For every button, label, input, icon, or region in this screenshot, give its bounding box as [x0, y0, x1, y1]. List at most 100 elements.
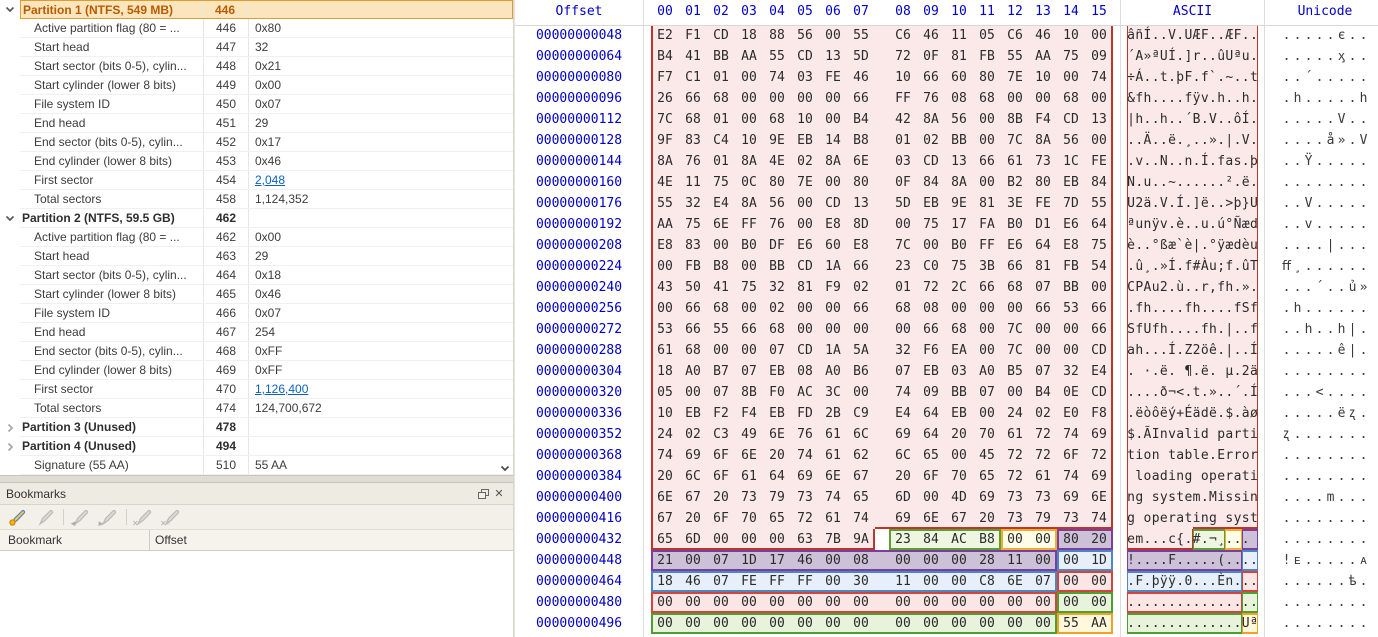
ascii-char-cell[interactable]: .: [1135, 424, 1143, 445]
ascii-char-cell[interactable]: .: [1135, 382, 1143, 403]
ascii-char-cell[interactable]: s: [1225, 508, 1233, 529]
hex-byte-cell[interactable]: 00: [651, 592, 679, 613]
hex-byte-cell[interactable]: 4E: [651, 172, 679, 193]
hex-byte-cell[interactable]: C6: [889, 25, 917, 46]
hex-byte-cell[interactable]: 56: [1057, 130, 1085, 151]
ascii-char-cell[interactable]: i: [1250, 424, 1258, 445]
ascii-char-cell[interactable]: l: [1184, 424, 1192, 445]
hex-byte-cell[interactable]: 00: [1085, 130, 1113, 151]
hex-byte-cell[interactable]: 08: [791, 361, 819, 382]
partition-group-row[interactable]: Partition 2 (NTFS, 59.5 GB)462: [0, 209, 513, 228]
unicode-char-cell[interactable]: .: [1325, 298, 1336, 319]
hex-byte-cell[interactable]: B0: [735, 235, 763, 256]
ascii-char-cell[interactable]: Ã: [1143, 424, 1151, 445]
ascii-char-cell[interactable]: v: [1160, 214, 1168, 235]
unicode-char-cell[interactable]: ê: [1336, 340, 1347, 361]
ascii-char-cell[interactable]: t: [1250, 508, 1258, 529]
unicode-char-cell[interactable]: .: [1281, 25, 1292, 46]
ascii-char-cell[interactable]: .: [1225, 298, 1233, 319]
ascii-char-cell[interactable]: 2: [1242, 361, 1250, 382]
hex-byte-cell[interactable]: 2B: [819, 403, 847, 424]
hex-byte-cell[interactable]: 53: [651, 319, 679, 340]
ascii-char-cell[interactable]: .: [1250, 109, 1258, 130]
unicode-char-cell[interactable]: .: [1358, 382, 1369, 403]
ascii-char-cell[interactable]: S: [1242, 298, 1250, 319]
ascii-char-cell[interactable]: .: [1242, 25, 1250, 46]
hex-byte-cell[interactable]: F4: [1029, 109, 1057, 130]
unicode-char-cell[interactable]: .: [1303, 571, 1314, 592]
ascii-char-cell[interactable]: 2: [1135, 193, 1143, 214]
close-icon[interactable]: ✕: [491, 486, 507, 502]
tree-field-row[interactable]: Active partition flag (80 = ...4460x80: [0, 19, 513, 38]
ascii-char-cell[interactable]: ª: [1233, 46, 1241, 67]
ascii-char-cell[interactable]: h: [1135, 109, 1143, 130]
ascii-char-cell[interactable]: Í: [1168, 256, 1176, 277]
ascii-char-cell[interactable]: a: [1127, 340, 1135, 361]
hex-byte-cell[interactable]: 45: [973, 445, 1001, 466]
hex-byte-cell[interactable]: 49: [735, 424, 763, 445]
ascii-char-cell[interactable]: .: [1209, 88, 1217, 109]
unicode-char-cell[interactable]: .: [1347, 487, 1358, 508]
ascii-char-cell[interactable]: .: [1193, 277, 1201, 298]
ascii-char-cell[interactable]: æ: [1242, 214, 1250, 235]
hex-byte-cell[interactable]: 00: [1029, 88, 1057, 109]
hex-byte-cell[interactable]: 66: [679, 88, 707, 109]
hex-byte-cell[interactable]: A0: [973, 361, 1001, 382]
ascii-char-cell[interactable]: f: [1135, 298, 1143, 319]
hex-byte-cell[interactable]: 10: [735, 130, 763, 151]
ascii-char-cell[interactable]: .: [1225, 613, 1233, 634]
hex-byte-cell[interactable]: 70: [945, 466, 973, 487]
hex-byte-cell[interactable]: 00: [1001, 298, 1029, 319]
hex-byte-cell[interactable]: 7D: [1057, 193, 1085, 214]
unicode-char-cell[interactable]: .: [1281, 109, 1292, 130]
hex-byte-cell[interactable]: CD: [791, 46, 819, 67]
ascii-char-cell[interactable]: ÿ: [1193, 88, 1201, 109]
hex-byte-cell[interactable]: 17: [763, 550, 791, 571]
unicode-char-cell[interactable]: .: [1303, 46, 1314, 67]
hex-byte-cell[interactable]: 74: [1085, 508, 1113, 529]
unicode-char-cell[interactable]: .: [1336, 466, 1347, 487]
hex-byte-cell[interactable]: 00: [945, 613, 973, 634]
unicode-char-cell[interactable]: .: [1347, 382, 1358, 403]
hex-byte-cell[interactable]: B7: [707, 361, 735, 382]
ascii-char-cell[interactable]: n: [1184, 151, 1192, 172]
unicode-char-cell[interactable]: .: [1303, 277, 1314, 298]
ascii-char-cell[interactable]: r: [1250, 445, 1258, 466]
hex-byte-cell[interactable]: 66: [1001, 256, 1029, 277]
ascii-char-cell[interactable]: Í: [1176, 193, 1184, 214]
ascii-char-cell[interactable]: .: [1201, 46, 1209, 67]
hex-byte-cell[interactable]: E6: [1001, 235, 1029, 256]
hex-byte-cell[interactable]: BB: [1057, 277, 1085, 298]
hex-byte-cell[interactable]: 00: [735, 88, 763, 109]
ascii-char-cell[interactable]: `: [1176, 235, 1184, 256]
ascii-char-cell[interactable]: U: [1127, 193, 1135, 214]
ascii-char-cell[interactable]: !: [1127, 550, 1135, 571]
ascii-char-cell[interactable]: f: [1201, 67, 1209, 88]
unicode-char-cell[interactable]: .: [1281, 403, 1292, 424]
hex-byte-cell[interactable]: 61: [1001, 424, 1029, 445]
hex-byte-cell[interactable]: 00: [707, 529, 735, 550]
unicode-char-cell[interactable]: .: [1336, 193, 1347, 214]
hex-byte-cell[interactable]: 66: [1085, 298, 1113, 319]
ascii-char-cell[interactable]: .: [1168, 298, 1176, 319]
hex-byte-cell[interactable]: 66: [679, 298, 707, 319]
ascii-char-cell[interactable]: .: [1143, 382, 1151, 403]
ascii-char-cell[interactable]: ´: [1184, 109, 1192, 130]
ascii-char-cell[interactable]: n: [1160, 424, 1168, 445]
hex-byte-cell[interactable]: 07: [973, 382, 1001, 403]
hex-byte-cell[interactable]: 81: [973, 193, 1001, 214]
unicode-char-cell[interactable]: .: [1292, 25, 1303, 46]
ascii-char-cell[interactable]: .: [1176, 109, 1184, 130]
unicode-char-cell[interactable]: .: [1314, 403, 1325, 424]
ascii-char-cell[interactable]: .: [1217, 172, 1225, 193]
hex-byte-cell[interactable]: B5: [1001, 361, 1029, 382]
ascii-char-cell[interactable]: þ: [1152, 571, 1160, 592]
hex-byte-cell[interactable]: 7C: [1001, 319, 1029, 340]
ascii-char-cell[interactable]: .: [1168, 88, 1176, 109]
unicode-char-cell[interactable]: .: [1325, 319, 1336, 340]
hex-byte-cell[interactable]: 65: [847, 487, 875, 508]
ascii-char-cell[interactable]: .: [1233, 256, 1241, 277]
ascii-char-cell[interactable]: .: [1201, 298, 1209, 319]
ascii-char-cell[interactable]: .: [1193, 67, 1201, 88]
ascii-char-cell[interactable]: .: [1233, 571, 1241, 592]
